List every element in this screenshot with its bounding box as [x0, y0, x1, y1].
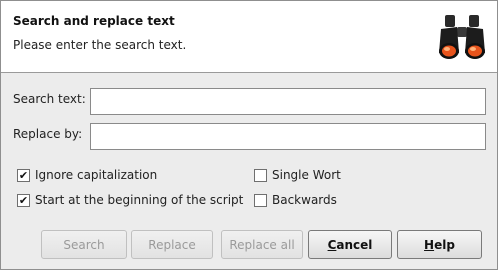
search-button[interactable]: Search: [41, 230, 127, 259]
dialog-title: Search and replace text: [13, 14, 175, 28]
replace-by-label: Replace by:: [13, 127, 83, 141]
backwards-checkbox[interactable]: [254, 193, 267, 207]
replace-button[interactable]: Replace: [131, 230, 213, 259]
dialog-subtitle: Please enter the search text.: [13, 38, 187, 52]
ignore-capitalization-label: Ignore capitalization: [35, 168, 158, 182]
replace-by-input[interactable]: [90, 123, 486, 150]
single-word-option[interactable]: Single Wort: [254, 168, 341, 182]
search-text-label: Search text:: [13, 92, 86, 106]
start-beginning-checkbox[interactable]: ✔: [17, 193, 30, 207]
search-text-input[interactable]: [90, 88, 486, 115]
single-word-label: Single Wort: [272, 168, 341, 182]
help-button[interactable]: Help: [397, 230, 482, 259]
single-word-checkbox[interactable]: [254, 168, 267, 182]
search-replace-dialog: Search and replace text Please enter the…: [0, 0, 498, 270]
backwards-label: Backwards: [272, 193, 337, 207]
help-label-rest: elp: [434, 237, 455, 252]
cancel-label-rest: ancel: [336, 237, 373, 252]
backwards-option[interactable]: Backwards: [254, 193, 337, 207]
replace-all-button[interactable]: Replace all: [221, 230, 303, 259]
ignore-capitalization-option[interactable]: ✔ Ignore capitalization: [17, 168, 157, 182]
cancel-button[interactable]: Cancel: [308, 230, 392, 259]
dialog-header: Search and replace text Please enter the…: [1, 1, 497, 73]
help-mnemonic: H: [424, 237, 435, 252]
start-beginning-option[interactable]: ✔ Start at the beginning of the script: [17, 193, 243, 207]
ignore-capitalization-checkbox[interactable]: ✔: [17, 168, 30, 182]
binoculars-icon: [439, 15, 485, 59]
start-beginning-label: Start at the beginning of the script: [35, 193, 244, 207]
cancel-mnemonic: C: [327, 237, 337, 252]
